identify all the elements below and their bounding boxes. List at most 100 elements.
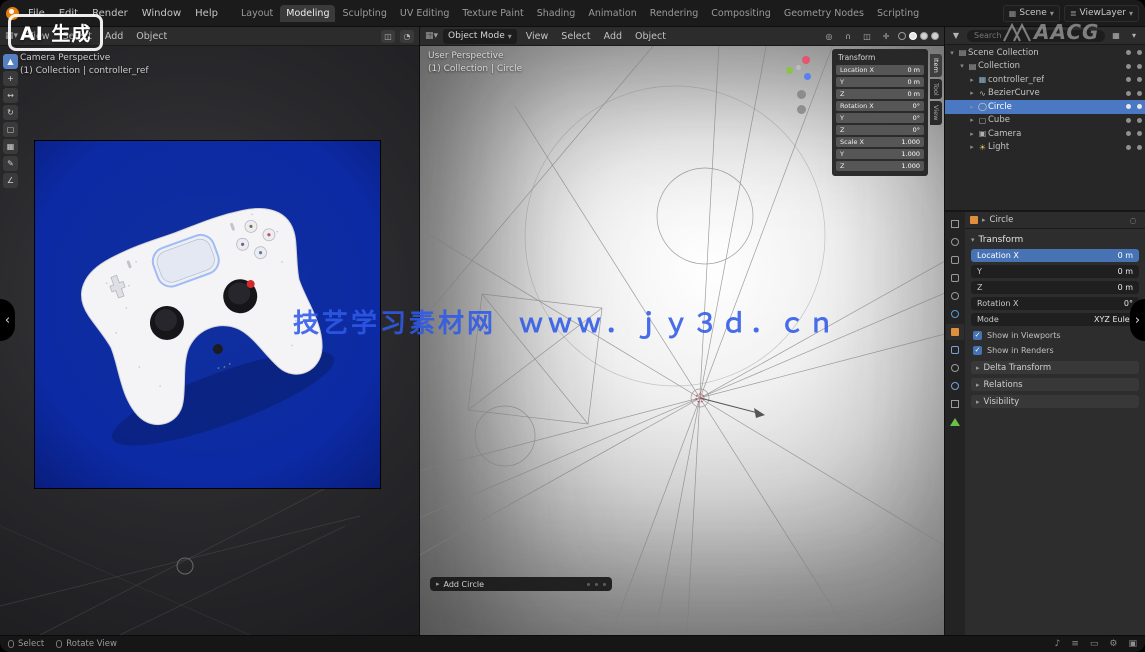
tab-tool[interactable]: Tool (930, 79, 942, 100)
properties-tab-object-icon[interactable] (946, 324, 964, 340)
scale-y-field[interactable]: Y1.000 (836, 149, 924, 159)
gizmos-icon[interactable]: ✛ (879, 30, 893, 43)
properties-tab-data-icon[interactable] (946, 414, 964, 430)
transform-tool-icon[interactable]: ▦ (3, 139, 18, 154)
wireframe-shading-icon[interactable] (898, 32, 906, 40)
properties-tab-particles-icon[interactable] (946, 360, 964, 376)
navigation-gizmo[interactable] (784, 54, 814, 84)
cursor-tool-icon[interactable]: + (3, 71, 18, 86)
render-toggle-icon[interactable] (1137, 118, 1142, 123)
fullscreen-icon[interactable]: ▣ (1128, 639, 1137, 649)
transform-panel-header[interactable]: ▾ Transform (971, 235, 1139, 245)
filter-icon[interactable]: ▼ (949, 29, 963, 42)
expand-icon[interactable]: ▸ (967, 89, 977, 97)
axis-x-icon[interactable] (802, 56, 810, 64)
next-arrow[interactable]: › (1130, 299, 1145, 341)
scale-tool-icon[interactable]: ▢ (3, 122, 18, 137)
render-toggle-icon[interactable] (1137, 77, 1142, 82)
outliner-row[interactable]: ▸☀Light (945, 141, 1145, 155)
properties-tab-output-icon[interactable] (946, 252, 964, 268)
location-z-field[interactable]: Z0 m (971, 281, 1139, 294)
move-tool-icon[interactable]: ↔ (3, 88, 18, 103)
location-x-field[interactable]: Location X0 m (836, 65, 924, 75)
menu-add[interactable]: Add (101, 30, 127, 43)
shading-icon[interactable]: ◔ (400, 30, 414, 43)
menu-add[interactable]: Add (600, 30, 626, 43)
location-y-field[interactable]: Y0 m (971, 265, 1139, 278)
expand-icon[interactable]: ▸ (967, 116, 977, 124)
properties-tab-world-icon[interactable] (946, 306, 964, 322)
tab-layout[interactable]: Layout (235, 5, 279, 22)
mode-selector[interactable]: Object Mode▾ (443, 29, 517, 44)
viewport-canvas[interactable]: User Perspective (1) Collection | Circle… (420, 46, 944, 635)
expand-icon[interactable]: ▾ (947, 49, 957, 57)
reference-viewport-canvas[interactable]: ▲ + ↔ ↻ ▢ ▦ ✎ ∠ Camera Perspective (1) C… (0, 46, 419, 635)
properties-tab-scene-icon[interactable] (946, 288, 964, 304)
visibility-panel-header[interactable]: ▸Visibility (971, 395, 1139, 408)
properties-tab-view-layer-icon[interactable] (946, 270, 964, 286)
render-toggle-icon[interactable] (1137, 104, 1142, 109)
operator-redo-panel[interactable]: ▸ Add Circle (430, 577, 612, 591)
outliner-row[interactable]: ▾▤Collection (945, 60, 1145, 74)
view-layer-selector[interactable]: ≣ViewLayer▾ (1064, 5, 1139, 22)
render-toggle-icon[interactable] (1137, 91, 1142, 96)
properties-tab-modifiers-icon[interactable] (946, 342, 964, 358)
rotation-mode-field[interactable]: ModeXYZ Euler (971, 313, 1139, 326)
snap-magnet-icon[interactable]: ∩ (841, 30, 855, 43)
tab-compositing[interactable]: Compositing (705, 5, 777, 22)
expand-icon[interactable]: ▸ (967, 130, 977, 138)
material-shading-icon[interactable] (920, 32, 928, 40)
render-toggle-icon[interactable] (1137, 50, 1142, 55)
rotation-x-field[interactable]: Rotation X0° (836, 101, 924, 111)
tab-rendering[interactable]: Rendering (644, 5, 705, 22)
show-in-viewports-checkbox[interactable]: ✓Show in Viewports (973, 329, 1139, 342)
hide-icon[interactable] (1126, 50, 1131, 55)
render-toggle-icon[interactable] (1137, 131, 1142, 136)
scene-selector[interactable]: ▦Scene▾ (1003, 5, 1060, 22)
expand-icon[interactable]: ▾ (957, 62, 967, 70)
expand-icon[interactable]: ▸ (967, 103, 977, 111)
tab-modeling[interactable]: Modeling (280, 5, 335, 22)
menu-object[interactable]: Object (631, 30, 670, 43)
proportional-edit-icon[interactable]: ◎ (822, 30, 836, 43)
search-icon[interactable]: ◌ (1126, 214, 1140, 227)
properties-tab-constraints-icon[interactable] (946, 396, 964, 412)
solid-shading-icon[interactable] (909, 32, 917, 40)
menu-icon[interactable]: ≡ (1071, 639, 1079, 649)
menu-window[interactable]: Window (137, 6, 186, 21)
tab-geometry-nodes[interactable]: Geometry Nodes (778, 5, 870, 22)
rotation-y-field[interactable]: Y0° (836, 113, 924, 123)
relations-panel-header[interactable]: ▸Relations (971, 378, 1139, 391)
expand-icon[interactable]: ▸ (967, 76, 977, 84)
properties-tab-tool-icon[interactable] (946, 216, 964, 232)
tab-item[interactable]: Item (930, 54, 942, 77)
location-z-field[interactable]: Z0 m (836, 89, 924, 99)
overlays-icon[interactable]: ◫ (381, 30, 395, 43)
render-toggle-icon[interactable] (1137, 64, 1142, 69)
audio-icon[interactable]: ♪ (1055, 639, 1061, 649)
menu-help[interactable]: Help (190, 6, 223, 21)
hide-icon[interactable] (1126, 118, 1131, 123)
select-box-tool-icon[interactable]: ▲ (3, 54, 18, 69)
overlays-icon[interactable]: ◫ (860, 30, 874, 43)
zoom-icon[interactable] (797, 90, 806, 99)
outliner-row[interactable]: ▾▤Scene Collection (945, 46, 1145, 60)
location-x-field[interactable]: Location X0 m (971, 249, 1139, 262)
hide-icon[interactable] (1126, 145, 1131, 150)
menu-select[interactable]: Select (557, 30, 594, 43)
outliner-row[interactable]: ▸▦controller_ref (945, 73, 1145, 87)
tab-shading[interactable]: Shading (531, 5, 582, 22)
properties-tab-physics-icon[interactable] (946, 378, 964, 394)
outliner-row[interactable]: ▸▢Cube (945, 114, 1145, 128)
show-in-renders-checkbox[interactable]: ✓Show in Renders (973, 344, 1139, 357)
tab-sculpting[interactable]: Sculpting (336, 5, 392, 22)
outliner-options-icon[interactable]: ▾ (1127, 29, 1141, 42)
rotation-x-field[interactable]: Rotation X0° (971, 297, 1139, 310)
hide-icon[interactable] (1126, 131, 1131, 136)
hide-icon[interactable] (1126, 104, 1131, 109)
pan-icon[interactable] (797, 105, 806, 114)
outliner-row-selected[interactable]: ▸◯Circle (945, 100, 1145, 114)
editor-type-icon[interactable]: ▦▾ (425, 31, 438, 41)
menu-view[interactable]: View (522, 30, 553, 43)
tab-scripting[interactable]: Scripting (871, 5, 925, 22)
